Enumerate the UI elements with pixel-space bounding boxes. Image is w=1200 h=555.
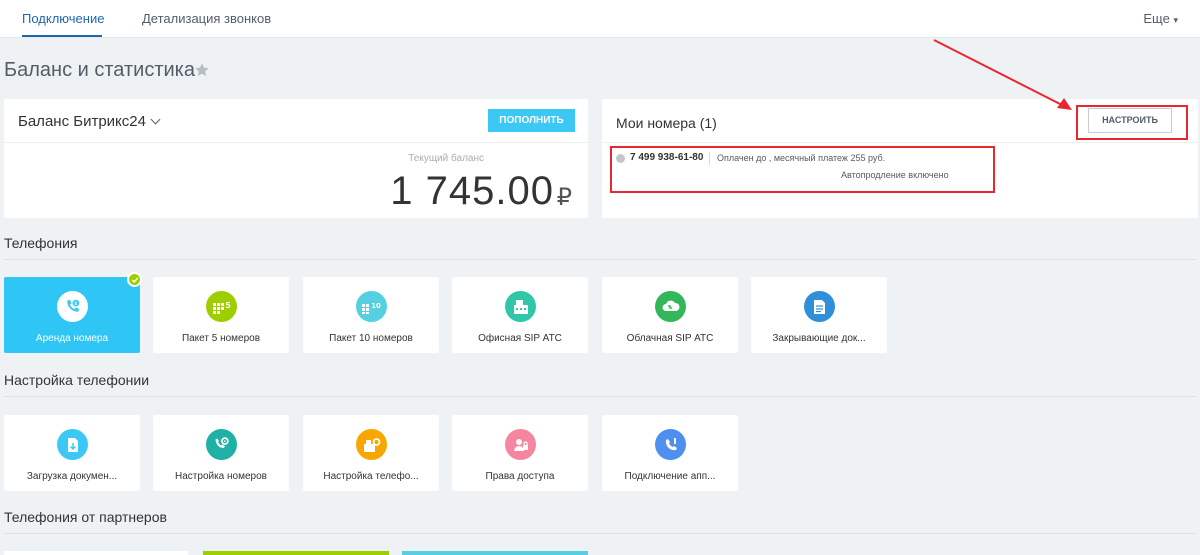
tile-device-connection[interactable]: Подключение апп... [602, 415, 738, 491]
tile-label: Подключение апп... [624, 471, 716, 482]
divider [4, 533, 1196, 534]
telephony-section-title: Телефония [4, 235, 78, 251]
tile-closing-docs[interactable]: Закрывающие док... [751, 277, 887, 353]
grid-ten-icon: 10 [356, 291, 387, 322]
tile-package-10[interactable]: 10 Пакет 10 номеров [303, 277, 439, 353]
svg-text:5: 5 [225, 301, 231, 310]
partner-tile[interactable] [4, 551, 188, 555]
tile-number-settings[interactable]: Настройка номеров [153, 415, 289, 491]
tile-label: Права доступа [485, 471, 555, 482]
svg-text:$: $ [74, 301, 77, 307]
divider [4, 396, 1196, 397]
tile-number-rental[interactable]: $ Аренда номера [4, 277, 140, 353]
tile-access-rights[interactable]: Права доступа [452, 415, 588, 491]
tile-label: Пакет 5 номеров [181, 333, 261, 344]
tile-label: Офисная SIP АТС [478, 333, 562, 344]
tile-telephony-settings[interactable]: Настройка телефо... [303, 415, 439, 491]
tile-label: Аренда номера [35, 333, 109, 344]
access-rights-icon [505, 429, 536, 460]
tile-label: Пакет 10 номеров [329, 333, 413, 344]
check-icon [127, 272, 142, 287]
svg-text:10: 10 [371, 302, 381, 310]
tile-office-pbx[interactable]: Офисная SIP АТС [452, 277, 588, 353]
cloud-pbx-icon [655, 291, 686, 322]
document-icon [804, 291, 835, 322]
tile-label: Настройка телефо... [323, 471, 419, 482]
device-connect-icon [655, 429, 686, 460]
phone-dollar-icon: $ [57, 291, 88, 322]
tile-package-5[interactable]: 5 Пакет 5 номеров [153, 277, 289, 353]
tile-label: Закрывающие док... [772, 333, 866, 344]
settings-section-title: Настройка телефонии [4, 372, 150, 388]
partners-section-title: Телефония от партнеров [4, 509, 167, 525]
settings-gear-icon [206, 429, 237, 460]
divider [4, 259, 1196, 260]
partner-tile[interactable] [402, 551, 588, 555]
tile-label: Облачная SIP АТС [626, 333, 714, 344]
phone-settings-icon [356, 429, 387, 460]
tile-label: Настройка номеров [175, 471, 267, 482]
partner-tile[interactable] [203, 551, 389, 555]
tile-upload-documents[interactable]: Загрузка докумен... [4, 415, 140, 491]
tile-label: Загрузка докумен... [26, 471, 118, 482]
tile-cloud-pbx[interactable]: Облачная SIP АТС [602, 277, 738, 353]
grid-five-icon: 5 [206, 291, 237, 322]
upload-doc-icon [57, 429, 88, 460]
office-pbx-icon [505, 291, 536, 322]
